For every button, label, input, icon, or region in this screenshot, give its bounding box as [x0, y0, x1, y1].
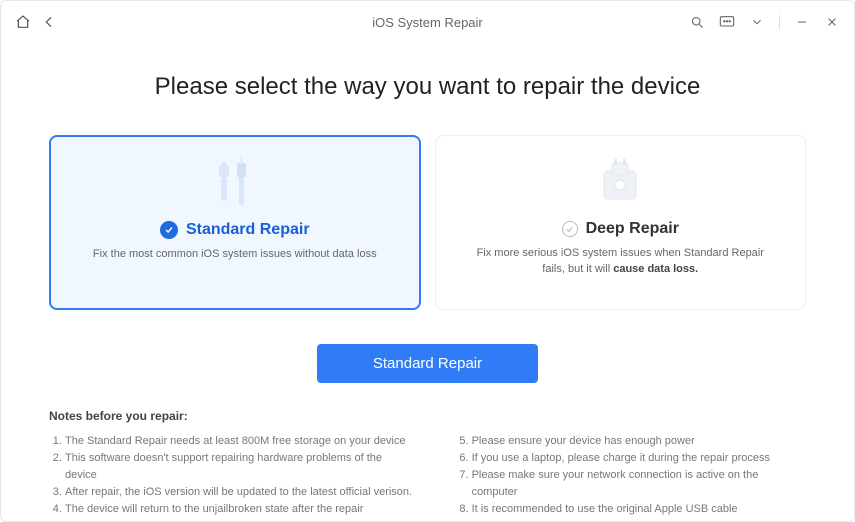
repair-options: Standard Repair Fix the most common iOS …	[49, 135, 806, 310]
standard-repair-desc: Fix the most common iOS system issues wi…	[53, 247, 417, 263]
standard-repair-card[interactable]: Standard Repair Fix the most common iOS …	[49, 135, 421, 310]
feedback-icon[interactable]	[719, 14, 735, 30]
deep-repair-desc: Fix more serious iOS system issues when …	[436, 246, 806, 278]
search-icon[interactable]	[689, 14, 705, 30]
home-icon[interactable]	[15, 14, 31, 30]
note-item: If you use a laptop, please charge it du…	[472, 450, 806, 467]
separator	[779, 15, 780, 29]
note-item: Please make sure your network connection…	[472, 467, 806, 501]
notes-title: Notes before you repair:	[49, 409, 806, 423]
device-icon	[590, 154, 650, 210]
back-icon[interactable]	[41, 14, 57, 30]
note-item: The Standard Repair needs at least 800M …	[65, 433, 416, 450]
note-item: After repair, the iOS version will be up…	[65, 484, 416, 501]
note-item: Please ensure your device has enough pow…	[472, 433, 806, 450]
tools-icon	[205, 155, 265, 211]
deep-repair-desc-emphasis: cause data loss.	[613, 263, 698, 275]
notes-section: Notes before you repair: The Standard Re…	[49, 383, 806, 518]
deep-repair-title: Deep Repair	[586, 220, 679, 238]
titlebar: iOS System Repair	[1, 1, 854, 43]
minimize-icon[interactable]	[794, 14, 810, 30]
notes-left-col: The Standard Repair needs at least 800M …	[49, 433, 416, 518]
standard-repair-title: Standard Repair	[186, 221, 310, 239]
chevron-down-icon[interactable]	[749, 14, 765, 30]
deep-repair-card[interactable]: Deep Repair Fix more serious iOS system …	[435, 135, 807, 310]
check-outline-icon	[562, 221, 578, 237]
note-item: It is recommended to use the original Ap…	[472, 501, 806, 518]
notes-right-col: Please ensure your device has enough pow…	[456, 433, 806, 518]
page-heading: Please select the way you want to repair…	[49, 73, 806, 101]
close-icon[interactable]	[824, 14, 840, 30]
check-filled-icon	[160, 221, 178, 239]
note-item: The device will return to the unjailbrok…	[65, 501, 416, 518]
note-item: This software doesn't support repairing …	[65, 450, 416, 484]
standard-repair-button[interactable]: Standard Repair	[317, 344, 538, 383]
